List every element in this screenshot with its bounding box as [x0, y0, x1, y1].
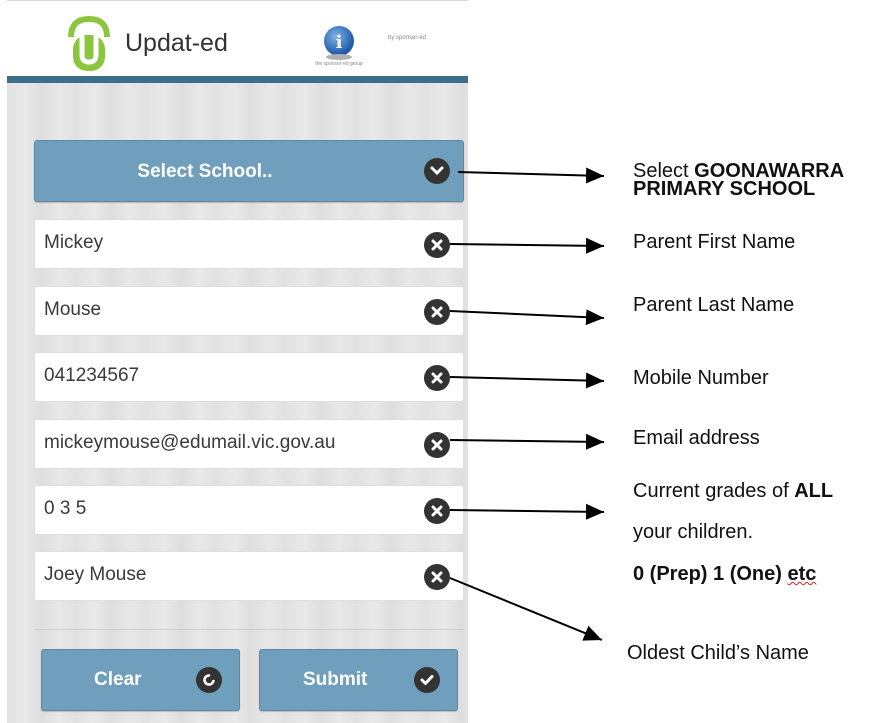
annotation-select-school-line2: PRIMARY SCHOOL: [633, 178, 816, 200]
annotation-arrows: [449, 167, 605, 641]
annotation-oldest-child-name: Oldest Child’s Name: [627, 642, 809, 664]
arrow-grades: [449, 503, 605, 520]
annotation-parent-last-name: Parent Last Name: [633, 294, 795, 316]
annotation-email-address: Email address: [633, 427, 760, 449]
annotation-grades-line1: Current grades of ALL: [633, 480, 834, 502]
arrow-email: [449, 433, 605, 450]
annotation-grades-line2: your children.: [633, 521, 754, 543]
annotation-grades-line3: 0 (Prep) 1 (One) etc: [633, 563, 817, 585]
arrow-oldest: [449, 577, 603, 641]
arrow-mobile: [449, 372, 605, 389]
annotation-parent-first-name: Parent First Name: [633, 231, 796, 253]
arrow-first-name: [449, 237, 605, 254]
arrow-select-school: [457, 167, 605, 184]
annotation-mobile-number: Mobile Number: [633, 367, 769, 389]
arrow-last-name: [449, 309, 605, 326]
